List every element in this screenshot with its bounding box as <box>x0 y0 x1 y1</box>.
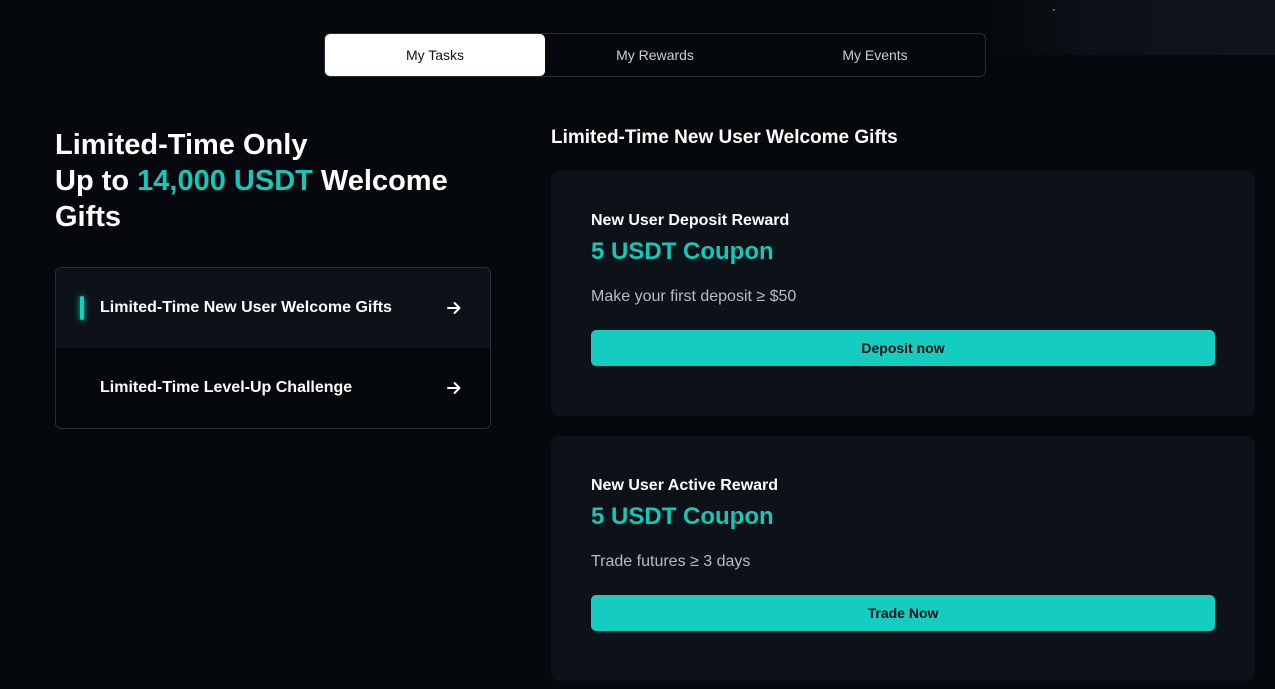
reward-card-active: New User Active Reward 5 USDT Coupon Tra… <box>551 436 1255 681</box>
deposit-now-button[interactable]: Deposit now <box>591 330 1215 366</box>
header-backdrop <box>985 0 1275 55</box>
task-menu: Limited-Time New User Welcome Gifts Limi… <box>55 267 491 429</box>
card-description: Trade futures ≥ 3 days <box>591 553 751 570</box>
menu-item-welcome-gifts[interactable]: Limited-Time New User Welcome Gifts <box>56 268 490 348</box>
card-title: New User Active Reward <box>591 477 779 494</box>
tab-my-events[interactable]: My Events <box>765 34 985 76</box>
arrow-right-icon <box>447 382 461 394</box>
headline-prefix: Up to <box>55 165 138 197</box>
card-reward-value: 5 USDT Coupon <box>591 238 774 265</box>
section-title: Limited-Time New User Welcome Gifts <box>551 127 898 148</box>
decorative-dot <box>1053 9 1055 11</box>
headline-line3: Gifts <box>55 201 122 233</box>
page-headline: Limited-Time Only Up to 14,000 USDT Welc… <box>55 127 515 235</box>
headline-amount: 14,000 USDT <box>137 165 313 197</box>
active-indicator <box>80 296 84 320</box>
menu-item-level-up-challenge[interactable]: Limited-Time Level-Up Challenge <box>56 348 490 428</box>
trade-now-button[interactable]: Trade Now <box>591 595 1215 631</box>
tab-my-tasks[interactable]: My Tasks <box>325 34 545 76</box>
tab-my-rewards[interactable]: My Rewards <box>545 34 765 76</box>
headline-line2: Up to 14,000 USDT Welcome <box>55 163 515 199</box>
headline-suffix: Welcome <box>312 165 448 197</box>
reward-card-deposit: New User Deposit Reward 5 USDT Coupon Ma… <box>551 171 1255 416</box>
tab-bar: My Tasks My Rewards My Events <box>324 33 986 77</box>
card-title: New User Deposit Reward <box>591 212 790 229</box>
menu-item-label: Limited-Time Level-Up Challenge <box>100 379 353 396</box>
arrow-right-icon <box>447 302 461 314</box>
menu-item-label: Limited-Time New User Welcome Gifts <box>100 299 392 316</box>
card-reward-value: 5 USDT Coupon <box>591 503 774 530</box>
card-description: Make your first deposit ≥ $50 <box>591 288 797 305</box>
headline-line1: Limited-Time Only <box>55 129 308 161</box>
